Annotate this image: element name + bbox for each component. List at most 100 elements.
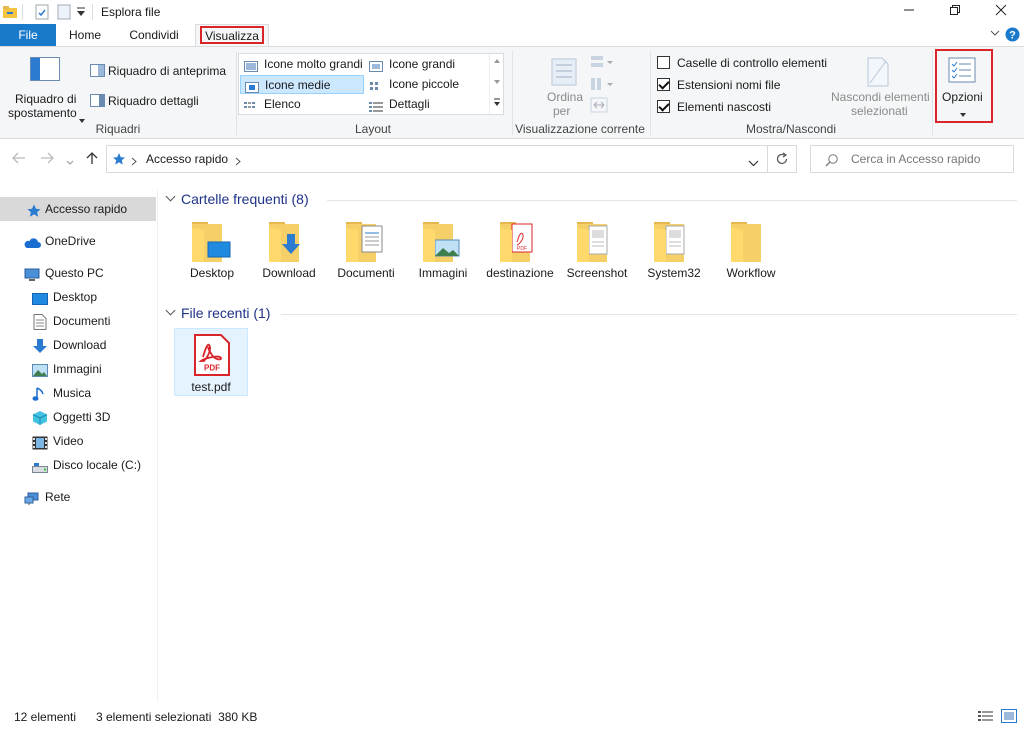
details-pane-button[interactable]: Riquadro dettagli xyxy=(88,91,234,111)
properties-icon[interactable] xyxy=(34,4,50,23)
navigation-pane-button[interactable]: Riquadro di spostamento xyxy=(4,51,85,123)
pdf-badge: PDF xyxy=(204,364,220,373)
nav-label: Download xyxy=(53,338,107,352)
nav-item-local-disk[interactable]: Disco locale (C:) xyxy=(0,453,156,477)
refresh-button[interactable] xyxy=(768,145,797,173)
up-arrow-icon[interactable] xyxy=(86,151,98,168)
folder-app-icon xyxy=(2,4,18,23)
size-columns-icon[interactable] xyxy=(590,97,608,116)
tab-share[interactable]: Condividi xyxy=(116,24,192,46)
folder-item[interactable]: System32 xyxy=(636,206,712,298)
details-view-toggle-icon[interactable] xyxy=(978,710,994,725)
gallery-scrollbar[interactable] xyxy=(489,54,503,114)
nav-item-quick-access[interactable]: Accesso rapido xyxy=(0,197,156,221)
hide-selected-label-2: selezionati xyxy=(851,104,908,118)
layout-small-icons[interactable]: Icone piccole xyxy=(365,75,485,94)
collapse-ribbon-icon[interactable] xyxy=(990,27,1000,41)
customize-toolbar-icon[interactable] xyxy=(76,6,86,21)
nav-item-3d-objects[interactable]: Oggetti 3D xyxy=(0,405,156,429)
group-by-icon[interactable] xyxy=(590,55,614,72)
folder-item[interactable]: Desktop xyxy=(174,206,250,298)
nav-item-videos[interactable]: Video xyxy=(0,429,156,453)
layout-extra-large-icons[interactable]: Icone molto grandi xyxy=(240,55,364,74)
layout-large-icons[interactable]: Icone grandi xyxy=(365,55,485,74)
nav-item-this-pc[interactable]: Questo PC xyxy=(0,261,156,285)
hidden-items-checkbox[interactable] xyxy=(657,100,670,113)
folder-item[interactable]: Screenshot xyxy=(559,206,635,298)
layout-medium-icons[interactable]: Icone medie xyxy=(240,75,364,94)
address-bar[interactable]: Accesso rapido xyxy=(106,145,768,173)
folder-item[interactable]: PDF destinazione xyxy=(482,206,558,298)
back-arrow-icon[interactable] xyxy=(12,152,26,167)
image-icon xyxy=(32,362,48,377)
layout-list[interactable]: Elenco xyxy=(240,95,364,114)
forward-arrow-icon[interactable] xyxy=(40,152,54,167)
hide-selected-button[interactable]: Nascondi elementi selezionati xyxy=(826,53,934,119)
file-extensions-checkbox[interactable] xyxy=(657,78,670,91)
large-icons-toggle-icon[interactable] xyxy=(1001,709,1017,726)
address-row: Accesso rapido Cerca in Accesso rapido xyxy=(0,140,1024,178)
folder-label: destinazione xyxy=(486,266,554,280)
item-checkboxes-toggle[interactable]: Caselle di controllo elementi xyxy=(656,55,836,73)
svg-text:PDF: PDF xyxy=(517,246,527,252)
ribbon-tabs: File Home Condividi Visualizza ? xyxy=(0,24,1024,46)
group-separator xyxy=(932,51,933,135)
help-icon[interactable]: ? xyxy=(1005,27,1020,45)
folder-item[interactable]: Immagini xyxy=(405,206,481,298)
preview-pane-icon xyxy=(90,64,105,80)
add-columns-icon[interactable] xyxy=(590,77,614,94)
new-folder-icon[interactable] xyxy=(56,4,72,23)
section-header-frequent[interactable]: Cartelle frequenti (8) xyxy=(181,191,309,207)
nav-item-pictures[interactable]: Immagini xyxy=(0,357,156,381)
tab-home[interactable]: Home xyxy=(60,24,110,46)
hide-selected-icon xyxy=(866,57,890,90)
divider xyxy=(22,4,23,20)
folder-icon xyxy=(346,222,383,262)
star-icon xyxy=(112,152,126,169)
nav-item-music[interactable]: Musica xyxy=(0,381,156,405)
layout-details[interactable]: Dettagli xyxy=(365,95,485,114)
item-checkboxes-checkbox[interactable] xyxy=(657,56,670,69)
nav-label: Oggetti 3D xyxy=(53,410,111,424)
folder-icon xyxy=(577,222,608,262)
folder-item[interactable]: Workflow xyxy=(713,206,789,298)
pc-icon xyxy=(24,266,40,281)
folder-label: Download xyxy=(262,266,316,280)
folder-item[interactable]: Download xyxy=(251,206,327,298)
nav-item-network[interactable]: Rete xyxy=(0,485,156,509)
file-extensions-toggle[interactable]: Estensioni nomi file xyxy=(656,77,836,95)
search-box[interactable]: Cerca in Accesso rapido xyxy=(810,145,1014,173)
checkbox-label: Caselle di controllo elementi xyxy=(677,56,828,70)
breadcrumb-item[interactable]: Accesso rapido xyxy=(146,152,228,166)
recent-locations-icon[interactable] xyxy=(66,155,74,169)
nav-item-desktop[interactable]: Desktop xyxy=(0,285,156,309)
nav-item-documents[interactable]: Documenti xyxy=(0,309,156,333)
nav-label: Rete xyxy=(45,490,71,504)
nav-item-onedrive[interactable]: OneDrive xyxy=(0,229,156,253)
group-label-show-hide: Mostra/Nascondi xyxy=(745,122,837,136)
hidden-items-toggle[interactable]: Elementi nascosti xyxy=(656,99,836,117)
nav-item-downloads[interactable]: Download xyxy=(0,333,156,357)
cloud-icon xyxy=(23,234,41,248)
folder-item[interactable]: Documenti xyxy=(328,206,404,298)
layout-gallery: Icone molto grandi Icone grandi Icone me… xyxy=(238,53,504,115)
preview-pane-button[interactable]: Riquadro di anteprima xyxy=(88,61,234,81)
collapse-section-icon[interactable] xyxy=(165,191,176,202)
close-button[interactable] xyxy=(978,0,1024,24)
restore-button[interactable] xyxy=(932,0,978,24)
group-separator xyxy=(236,51,237,135)
small-icons-icon xyxy=(369,79,383,90)
disk-icon xyxy=(32,458,48,473)
nav-label: Questo PC xyxy=(45,266,104,280)
section-header-recent[interactable]: File recenti (1) xyxy=(181,305,270,321)
sort-by-button[interactable]: Ordina per xyxy=(540,53,588,119)
folder-icon xyxy=(731,222,761,262)
minimize-button[interactable] xyxy=(886,0,932,24)
collapse-section-icon[interactable] xyxy=(165,305,176,316)
chevron-down-icon[interactable] xyxy=(748,156,759,170)
layout-item-label: Icone grandi xyxy=(389,57,456,71)
divider xyxy=(92,4,93,20)
file-item-test-pdf[interactable]: PDF test.pdf xyxy=(174,328,248,396)
group-label-panes: Riquadri xyxy=(95,122,141,136)
tab-file[interactable]: File xyxy=(0,24,56,46)
